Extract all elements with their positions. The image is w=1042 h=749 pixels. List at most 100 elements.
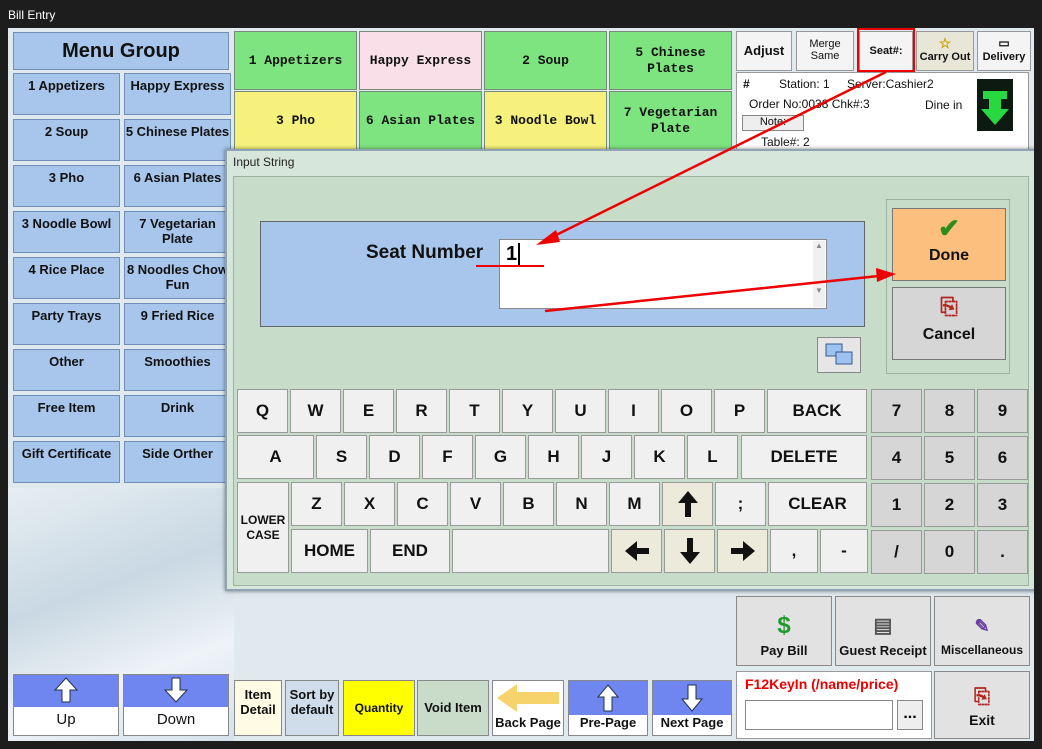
menu-item-pho[interactable]: 3 Pho <box>234 91 357 150</box>
cancel-button[interactable]: ⎘ Cancel <box>892 287 1006 360</box>
key-g[interactable]: G <box>475 435 526 479</box>
menu-item-chinese-plates[interactable]: 5 Chinese Plates <box>609 31 732 90</box>
up-button[interactable]: Up <box>13 674 119 736</box>
key-s[interactable]: S <box>316 435 367 479</box>
right-arrow-key[interactable] <box>717 529 768 573</box>
key-w[interactable]: W <box>290 389 341 433</box>
menu-item-soup[interactable]: 2 Soup <box>484 31 607 90</box>
key-k[interactable]: K <box>634 435 685 479</box>
menu-group-item[interactable]: 4 Rice Place <box>13 257 120 299</box>
numpad-key[interactable]: 5 <box>924 436 975 480</box>
numpad-key[interactable]: 3 <box>977 483 1028 527</box>
menu-group-item[interactable]: Drink <box>124 395 231 437</box>
key-j[interactable]: J <box>581 435 632 479</box>
numpad-key[interactable]: 1 <box>871 483 922 527</box>
key-m[interactable]: M <box>609 482 660 526</box>
void-item-button[interactable]: Void Item <box>417 680 489 736</box>
key-u[interactable]: U <box>555 389 606 433</box>
menu-group-item[interactable]: 9 Fried Rice <box>124 303 231 345</box>
menu-group-item[interactable]: 1 Appetizers <box>13 73 120 115</box>
f12-browse-button[interactable]: ... <box>897 700 923 730</box>
space-key[interactable] <box>452 529 609 573</box>
key-r[interactable]: R <box>396 389 447 433</box>
done-button[interactable]: ✔ Done <box>892 208 1006 281</box>
left-arrow-key[interactable] <box>611 529 662 573</box>
exit-button[interactable]: ⎘ Exit <box>934 671 1030 739</box>
numpad-key[interactable]: 6 <box>977 436 1028 480</box>
key-semicolon[interactable]: ; <box>715 482 766 526</box>
numpad-key[interactable]: . <box>977 530 1028 574</box>
key-i[interactable]: I <box>608 389 659 433</box>
menu-item-asian-plates[interactable]: 6 Asian Plates <box>359 91 482 150</box>
seat-number-input[interactable]: 1 ▲ ▼ <box>499 239 827 309</box>
key-l[interactable]: L <box>687 435 738 479</box>
numpad-key[interactable]: 7 <box>871 389 922 433</box>
menu-item-appetizers[interactable]: 1 Appetizers <box>234 31 357 90</box>
menu-group-item[interactable]: 5 Chinese Plates <box>124 119 231 161</box>
key-n[interactable]: N <box>556 482 607 526</box>
quantity-button[interactable]: Quantity <box>343 680 415 736</box>
key-o[interactable]: O <box>661 389 712 433</box>
adjust-button[interactable]: Adjust <box>736 31 792 71</box>
pay-bill-button[interactable]: $ Pay Bill <box>736 596 832 666</box>
key-q[interactable]: Q <box>237 389 288 433</box>
next-page-button[interactable]: Next Page <box>652 680 732 736</box>
down-button[interactable]: Down <box>123 674 229 736</box>
menu-group-item[interactable]: 2 Soup <box>13 119 120 161</box>
menu-group-item[interactable]: Party Trays <box>13 303 120 345</box>
menu-group-item[interactable]: 8 Noodles Chow Fun <box>124 257 231 299</box>
key-y[interactable]: Y <box>502 389 553 433</box>
numpad-key[interactable]: / <box>871 530 922 574</box>
key-home[interactable]: HOME <box>291 529 368 573</box>
menu-group-item[interactable]: Free Item <box>13 395 120 437</box>
sort-default-button[interactable]: Sort by default <box>285 680 339 736</box>
menu-group-item[interactable]: 6 Asian Plates <box>124 165 231 207</box>
key-b[interactable]: B <box>503 482 554 526</box>
key-z[interactable]: Z <box>291 482 342 526</box>
key-f[interactable]: F <box>422 435 473 479</box>
key-back[interactable]: BACK <box>767 389 867 433</box>
key-p[interactable]: P <box>714 389 765 433</box>
merge-same-button[interactable]: Merge Same <box>796 31 854 71</box>
scroll-down-green-icon[interactable] <box>977 79 1013 131</box>
numpad-key[interactable]: 9 <box>977 389 1028 433</box>
key-v[interactable]: V <box>450 482 501 526</box>
delivery-button[interactable]: ▭ Delivery <box>977 31 1031 71</box>
back-page-button[interactable]: Back Page <box>492 680 564 736</box>
note-button[interactable]: Note: <box>742 115 804 131</box>
key-h[interactable]: H <box>528 435 579 479</box>
input-scrollbar[interactable]: ▲ ▼ <box>813 241 825 307</box>
numpad-key[interactable]: 4 <box>871 436 922 480</box>
carry-out-button[interactable]: ☆ Carry Out <box>916 31 974 71</box>
menu-group-item[interactable]: 3 Pho <box>13 165 120 207</box>
key-clear[interactable]: CLEAR <box>768 482 867 526</box>
menu-item-noodle-bowl[interactable]: 3 Noodle Bowl <box>484 91 607 150</box>
key-a[interactable]: A <box>237 435 314 479</box>
key-minus[interactable]: - <box>820 529 868 573</box>
miscellaneous-button[interactable]: ✎ Miscellaneous <box>934 596 1030 666</box>
restore-window-icon[interactable] <box>817 337 861 373</box>
numpad-key[interactable]: 2 <box>924 483 975 527</box>
key-x[interactable]: X <box>344 482 395 526</box>
f12-input[interactable] <box>745 700 893 730</box>
menu-group-item[interactable]: Gift Certificate <box>13 441 120 483</box>
menu-item-vegetarian-plate[interactable]: 7 Vegetarian Plate <box>609 91 732 150</box>
key-comma[interactable]: , <box>770 529 818 573</box>
menu-group-item[interactable]: Other <box>13 349 120 391</box>
menu-group-item[interactable]: 3 Noodle Bowl <box>13 211 120 253</box>
key-t[interactable]: T <box>449 389 500 433</box>
lower-case-key[interactable]: LOWER CASE <box>237 482 289 573</box>
key-e[interactable]: E <box>343 389 394 433</box>
numpad-key[interactable]: 0 <box>924 530 975 574</box>
menu-group-item[interactable]: Happy Express <box>124 73 231 115</box>
numpad-key[interactable]: 8 <box>924 389 975 433</box>
down-arrow-key[interactable] <box>664 529 715 573</box>
menu-group-item[interactable]: Smoothies <box>124 349 231 391</box>
key-c[interactable]: C <box>397 482 448 526</box>
key-delete[interactable]: DELETE <box>741 435 867 479</box>
item-detail-button[interactable]: Item Detail <box>234 680 282 736</box>
key-end[interactable]: END <box>370 529 450 573</box>
menu-item-happy-express[interactable]: Happy Express <box>359 31 482 90</box>
up-arrow-key[interactable] <box>662 482 713 526</box>
key-d[interactable]: D <box>369 435 420 479</box>
